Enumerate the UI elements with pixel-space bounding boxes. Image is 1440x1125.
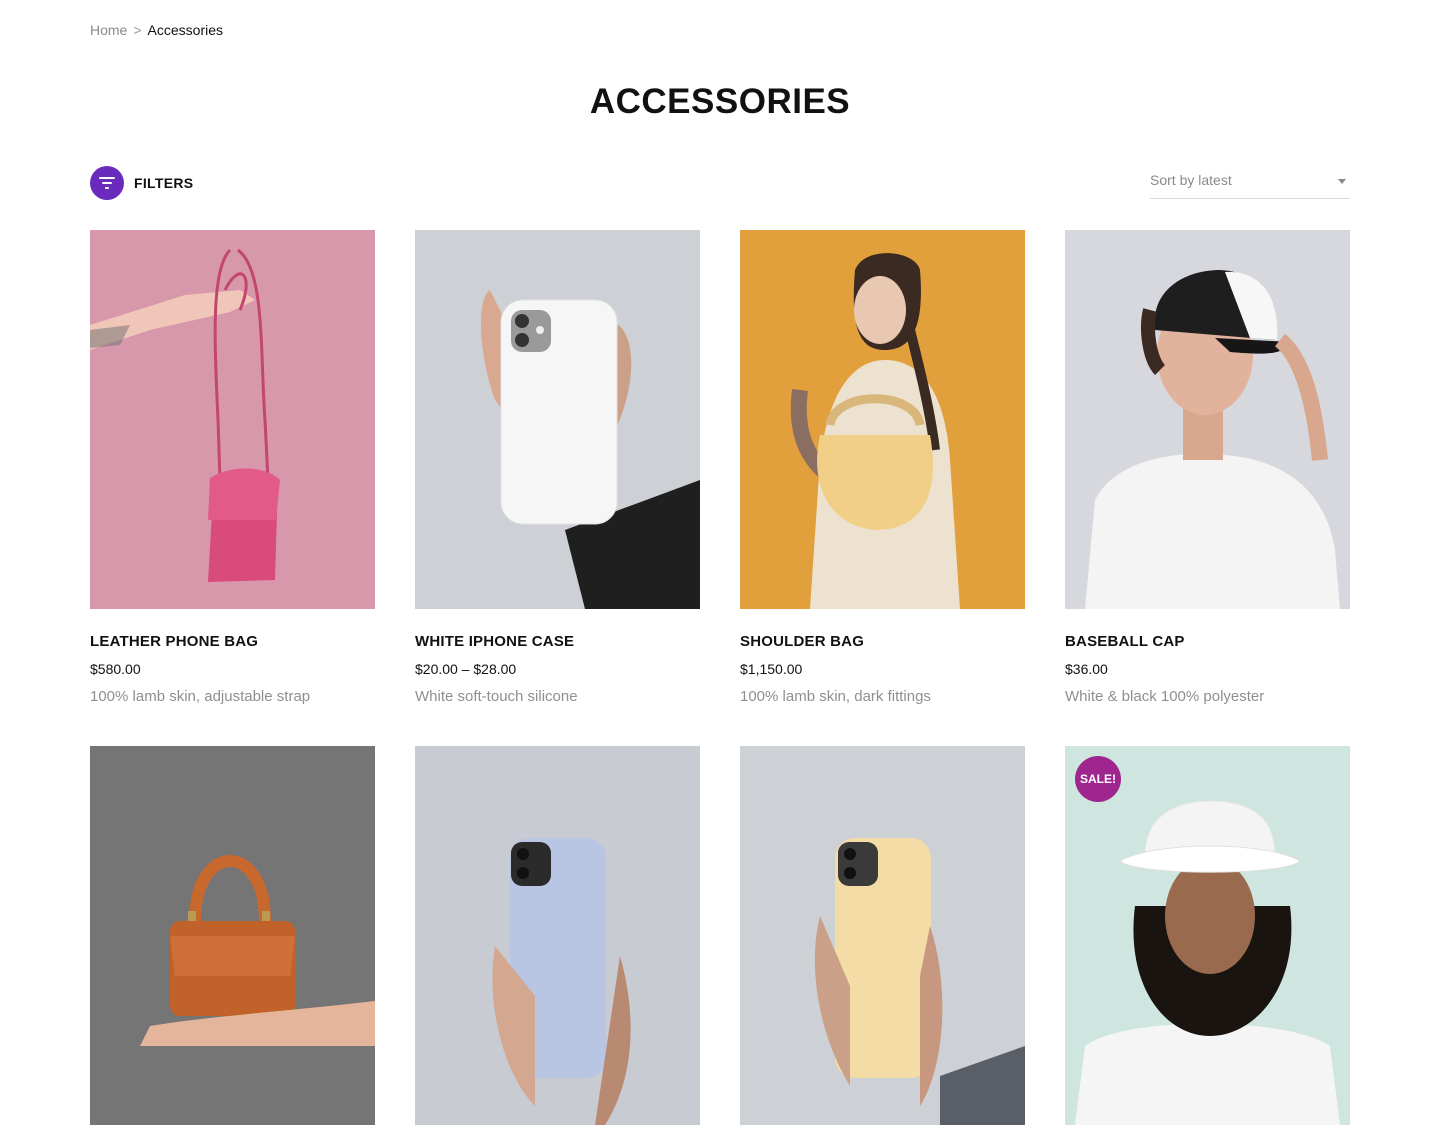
product-price: $1,150.00 (740, 661, 803, 677)
product-image-white-iphone-case[interactable] (415, 230, 700, 609)
product-image-bucket-hat[interactable] (1065, 746, 1350, 1125)
product-image-yellow-phone-case[interactable] (740, 746, 1025, 1125)
product-image-baseball-cap[interactable] (1065, 230, 1350, 609)
product-image-blue-phone-case[interactable] (415, 746, 700, 1125)
filters-button[interactable]: FILTERS (90, 166, 193, 200)
product-card[interactable]: SALE! (1065, 746, 1350, 1125)
page-title: ACCESSORIES (589, 82, 851, 121)
breadcrumb-home-link[interactable]: Home (90, 22, 127, 38)
breadcrumb-current: Accessories (147, 22, 224, 38)
product-card[interactable] (415, 746, 700, 1125)
product-image-leather-phone-bag[interactable] (90, 230, 375, 609)
product-title[interactable]: LEATHER PHONE BAG (90, 633, 375, 650)
product-price: $36.00 (1065, 661, 1108, 677)
product-title[interactable]: BASEBALL CAP (1065, 633, 1350, 650)
filter-icon (90, 166, 124, 200)
product-grid: LEATHER PHONE BAG $580.00 100% lamb skin… (90, 230, 1350, 1125)
breadcrumb: Home > Accessories (90, 22, 223, 38)
product-price: $20.00 – $28.00 (415, 661, 517, 677)
product-title[interactable]: SHOULDER BAG (740, 633, 1025, 650)
filters-label: FILTERS (134, 175, 194, 191)
product-price: $580.00 (90, 661, 141, 677)
product-description: White & black 100% polyester (1065, 688, 1265, 705)
product-description: White soft-touch silicone (415, 688, 578, 705)
chevron-down-icon (1338, 179, 1346, 184)
product-card[interactable]: BASEBALL CAP $36.00 White & black 100% p… (1065, 230, 1350, 705)
product-card[interactable]: WHITE IPHONE CASE $20.00 – $28.00 White … (415, 230, 700, 705)
sort-selected-value: Sort by latest (1150, 172, 1232, 188)
product-title[interactable]: WHITE IPHONE CASE (415, 633, 700, 650)
product-image-shoulder-bag[interactable] (740, 230, 1025, 609)
product-card[interactable] (90, 746, 375, 1125)
product-card[interactable] (740, 746, 1025, 1125)
sale-badge: SALE! (1075, 756, 1121, 802)
breadcrumb-separator: > (133, 22, 142, 38)
product-image-orange-handbag[interactable] (90, 746, 375, 1125)
product-description: 100% lamb skin, adjustable strap (90, 688, 311, 705)
product-card[interactable]: LEATHER PHONE BAG $580.00 100% lamb skin… (90, 230, 375, 705)
product-card[interactable]: SHOULDER BAG $1,150.00 100% lamb skin, d… (740, 230, 1025, 705)
sort-select[interactable]: Sort by latest (1150, 172, 1350, 199)
product-description: 100% lamb skin, dark fittings (740, 688, 931, 705)
